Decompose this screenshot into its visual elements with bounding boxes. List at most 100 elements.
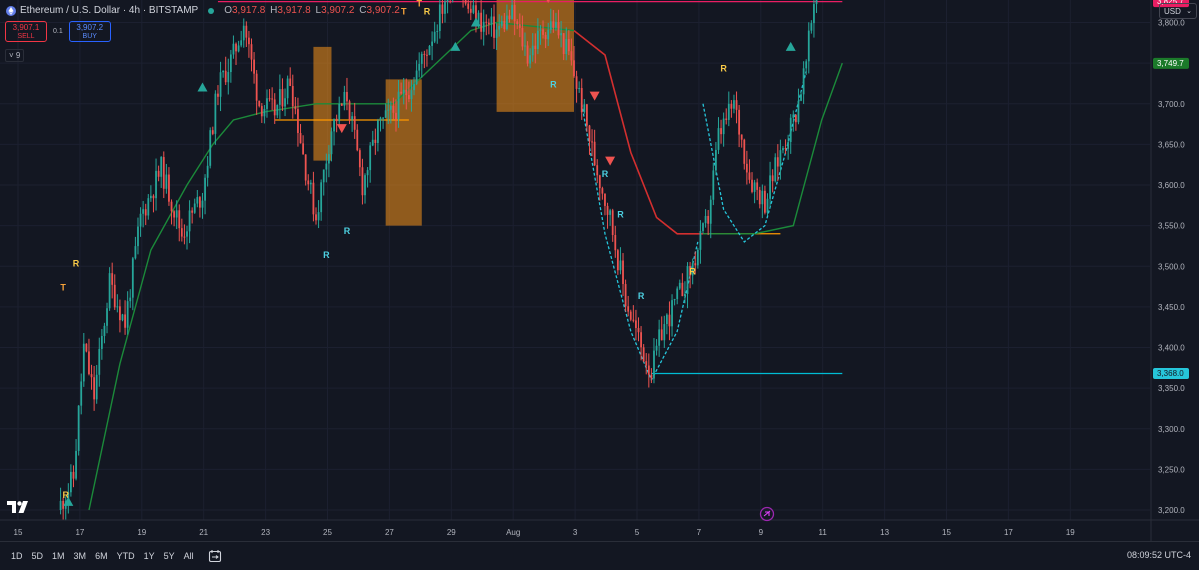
candle-body <box>142 209 145 214</box>
candle-body <box>774 157 777 182</box>
candle-body <box>111 273 114 285</box>
signal-label: R <box>73 258 80 268</box>
candle-body <box>665 314 668 325</box>
candle-body <box>116 306 119 308</box>
candle-body <box>480 12 483 32</box>
range-3m-button[interactable]: 3M <box>74 551 87 561</box>
price-tick-label: 3,550.0 <box>1158 222 1185 231</box>
candle-body <box>789 117 792 143</box>
candle-body <box>418 63 421 71</box>
candle-body <box>423 53 426 55</box>
candle-body <box>227 72 230 83</box>
indicators-toggle[interactable]: ˅ 9 <box>5 49 25 62</box>
signal-label: T <box>416 0 422 8</box>
candle-body <box>642 347 645 362</box>
candle-body <box>273 99 276 116</box>
range-1d-button[interactable]: 1D <box>11 551 23 561</box>
calendar-goto-icon[interactable] <box>208 549 222 563</box>
tradingview-logo-icon[interactable] <box>7 500 33 514</box>
candle-body <box>72 471 75 479</box>
candle-body <box>312 182 315 215</box>
time-tick-label: 29 <box>447 528 456 537</box>
candle-body <box>333 118 335 132</box>
candle-body <box>395 112 397 120</box>
candle-body <box>59 500 62 510</box>
signal-label: R <box>323 250 330 260</box>
range-ytd-button[interactable]: YTD <box>117 551 135 561</box>
candle-body <box>738 109 741 135</box>
price-tick-label: 3,400.0 <box>1158 344 1185 353</box>
candle-body <box>124 314 126 328</box>
candle-body <box>676 288 679 300</box>
candle-body <box>253 59 255 74</box>
currency-select[interactable]: USD ⌄ <box>1159 3 1197 19</box>
range-1y-button[interactable]: 1Y <box>144 551 155 561</box>
candle-body <box>103 325 106 336</box>
price-tick-label: 3,250.0 <box>1158 465 1185 474</box>
candle-body <box>743 139 746 164</box>
time-tick-label: 9 <box>759 528 764 537</box>
market-status-icon <box>208 7 215 14</box>
candle-body <box>467 3 470 9</box>
currency-label: USD <box>1164 6 1181 16</box>
range-5d-button[interactable]: 5D <box>32 551 44 561</box>
candle-body <box>800 94 802 101</box>
candle-body <box>511 4 513 20</box>
range-5y-button[interactable]: 5Y <box>164 551 175 561</box>
buy-label: BUY <box>82 32 97 40</box>
price-tick-label: 3,600.0 <box>1158 181 1185 190</box>
candle-body <box>180 228 183 237</box>
candle-body <box>549 21 552 30</box>
candle-body <box>671 300 673 327</box>
candle-body <box>206 165 209 178</box>
candle-body <box>748 172 751 180</box>
sell-price: 3,907.1 <box>12 22 40 32</box>
sell-button[interactable]: 3,907.1 SELL <box>5 21 47 42</box>
candle-body <box>637 328 640 333</box>
range-6m-button[interactable]: 6M <box>95 551 108 561</box>
candle-body <box>552 21 555 28</box>
order-quantity[interactable]: 0.1 <box>53 28 63 35</box>
trade-panel: 3,907.1 SELL 0.1 3,907.2 BUY <box>5 21 111 42</box>
price-chart[interactable]: Rocket timeRTRRRRTTRTRRRRRRRR3,200.03,25… <box>0 0 1199 541</box>
ohlc-values: O3,917.8 H3,917.8 L3,907.2 C3,907.2 <box>224 5 400 16</box>
candle-body <box>346 91 348 102</box>
candle-body <box>766 198 769 213</box>
range-1m-button[interactable]: 1M <box>52 551 65 561</box>
candle-body <box>601 188 604 194</box>
candle-body <box>542 29 544 35</box>
candle-body <box>70 471 72 493</box>
candle-body <box>178 210 181 229</box>
candle-body <box>193 203 196 213</box>
candle-body <box>619 260 622 271</box>
range-all-button[interactable]: All <box>184 551 194 561</box>
price-tag-value: 3,749.7 <box>1157 59 1184 68</box>
candle-body <box>446 0 449 2</box>
candle-body <box>428 45 431 56</box>
candle-body <box>250 44 253 60</box>
time-tick-label: 13 <box>880 528 889 537</box>
candle-body <box>431 41 433 46</box>
candle-body <box>361 167 364 196</box>
time-tick-label: 19 <box>1066 528 1075 537</box>
candle-body <box>149 195 152 199</box>
candle-body <box>614 235 617 251</box>
candle-body <box>464 0 467 4</box>
candle-body <box>289 78 292 86</box>
candle-body <box>160 157 163 177</box>
candle-body <box>162 157 165 189</box>
candle-body <box>126 301 129 328</box>
candle-body <box>191 210 194 213</box>
candle-body <box>436 30 439 32</box>
candle-body <box>810 23 813 31</box>
candle-body <box>157 170 160 177</box>
symbol-title[interactable]: Ethereum / U.S. Dollar · 4h · BITSTAMP <box>20 5 198 16</box>
candle-body <box>209 130 212 166</box>
candle-body <box>645 361 648 366</box>
candle-body <box>119 306 121 321</box>
candle-body <box>503 21 506 30</box>
candle-body <box>678 282 681 289</box>
buy-button[interactable]: 3,907.2 BUY <box>68 21 111 42</box>
clock-timezone[interactable]: 08:09:52 UTC-4 <box>1127 550 1191 560</box>
candle-body <box>297 109 299 133</box>
